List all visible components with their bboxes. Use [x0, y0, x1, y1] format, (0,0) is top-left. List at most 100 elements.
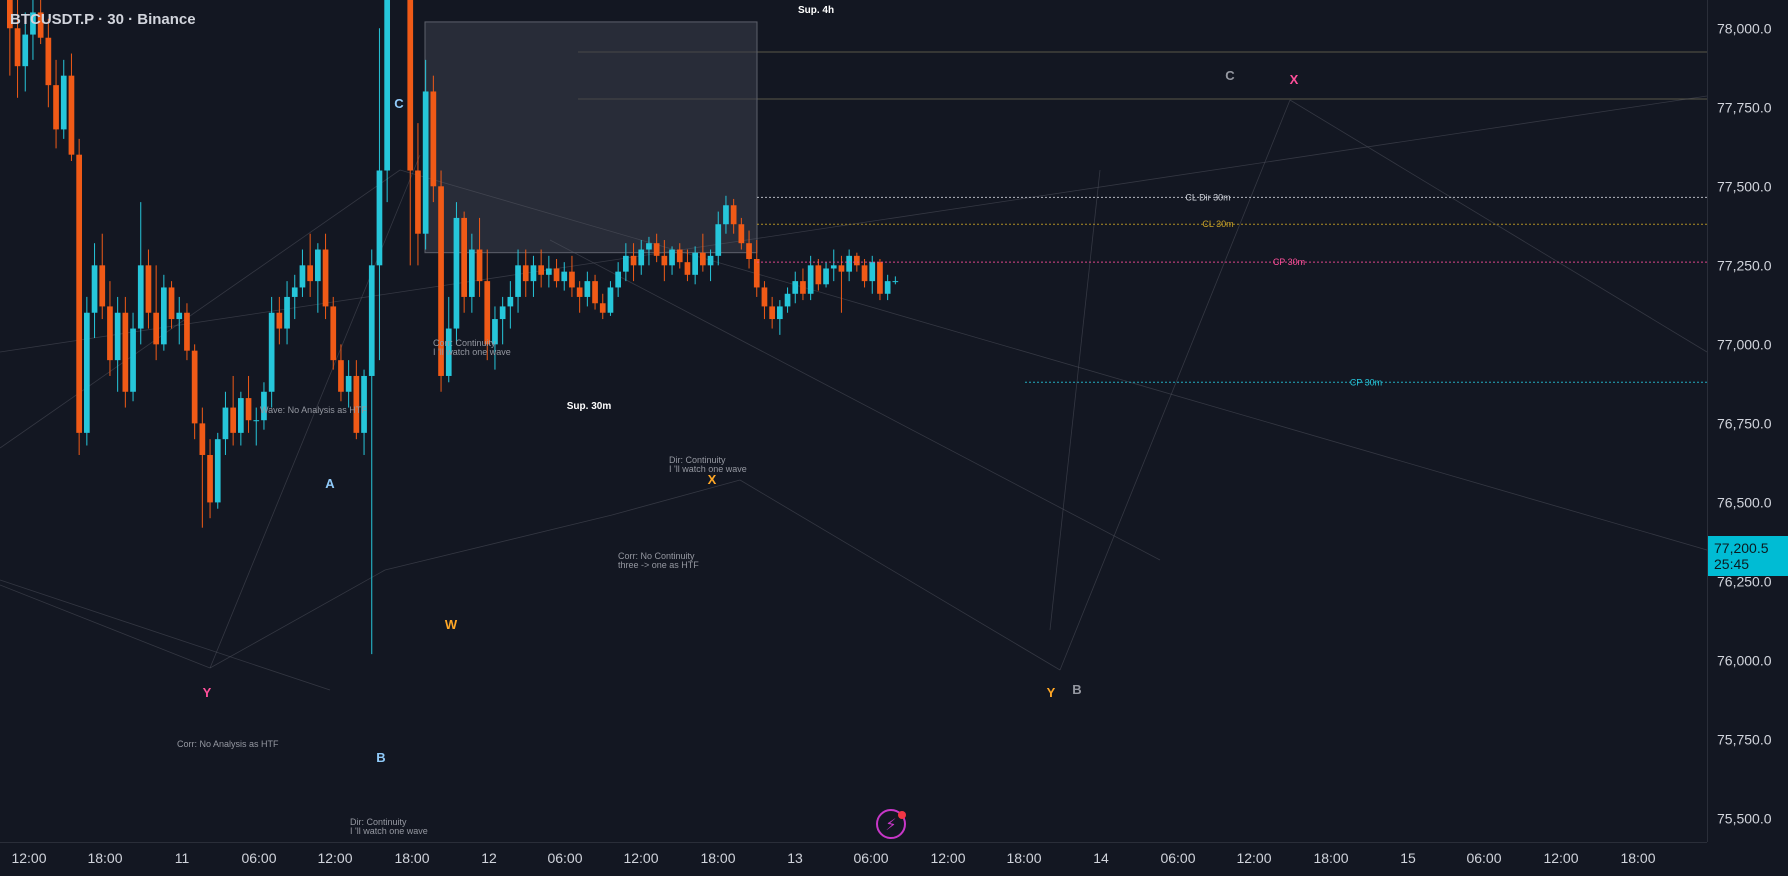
y-tick-label: 77,500.0: [1717, 178, 1772, 194]
candle: [376, 28, 383, 361]
candle-body: [861, 265, 868, 282]
candle: [784, 287, 791, 313]
candle: [522, 249, 529, 297]
trend-line: [1049, 169, 1101, 631]
candle: [191, 344, 198, 440]
wave-label: Y: [203, 685, 212, 700]
wave-label: W: [445, 617, 458, 632]
candle: [892, 276, 899, 285]
candle: [137, 202, 144, 345]
level-label: CP 30m: [1350, 377, 1382, 387]
zone-label-sup-4h: Sup. 4h: [798, 5, 834, 16]
candle-body: [199, 423, 206, 455]
candle-body: [546, 268, 552, 275]
candle-body: [330, 306, 337, 361]
x-tick-label: 12:00: [930, 850, 965, 866]
candle-body: [91, 265, 98, 313]
candle-body: [114, 312, 121, 361]
candle: [438, 170, 444, 392]
candle: [761, 281, 768, 320]
candle: [861, 259, 868, 288]
candle-body: [207, 454, 213, 503]
candle-body: [161, 287, 167, 345]
candle: [45, 18, 52, 108]
candle-body: [892, 281, 899, 283]
zone-sup-30m: [424, 21, 758, 254]
candle-body: [76, 154, 82, 433]
chart-area[interactable]: Sup. 4h Sup. 30m CL Dir 30m CL 30m CP 30m CP …: [0, 0, 1788, 876]
candle: [430, 75, 437, 203]
candle-body: [815, 265, 822, 285]
symbol-title[interactable]: BTCUSDT.P · 30 · Binance: [10, 11, 196, 28]
candle-body: [838, 265, 845, 272]
annotation-text: Wave: No Analysis as HTF: [260, 405, 367, 415]
candle-body: [638, 249, 645, 266]
x-tick-label: 18:00: [87, 850, 122, 866]
candle: [561, 262, 568, 291]
wave-label: Y: [1047, 685, 1056, 700]
candle-body: [291, 287, 298, 297]
candle-body: [746, 243, 752, 260]
candle: [84, 296, 90, 446]
y-tick-label: 75,500.0: [1717, 811, 1772, 827]
candle-body: [599, 303, 606, 313]
candle: [453, 202, 460, 345]
y-tick-label: 76,000.0: [1717, 652, 1772, 668]
candle-body: [700, 252, 706, 266]
trend-line: [611, 479, 741, 516]
candle-body: [707, 255, 714, 266]
candle-body: [692, 252, 698, 275]
y-tick-label: 76,500.0: [1717, 494, 1772, 510]
candle: [607, 281, 614, 316]
candle: [507, 281, 514, 329]
x-tick-label: 14: [1093, 850, 1109, 866]
x-tick-label: 12:00: [11, 850, 46, 866]
candle-body: [800, 281, 806, 294]
candle: [499, 296, 506, 345]
wave-label: X: [1290, 72, 1299, 87]
candle-body: [84, 312, 90, 433]
candle-body: [684, 262, 691, 275]
candle-body: [191, 350, 198, 424]
candle-body: [176, 312, 183, 320]
x-tick-label: 13: [787, 850, 803, 866]
candle-body: [507, 296, 514, 307]
candle: [322, 233, 329, 320]
candle-body: [630, 255, 637, 266]
candle-body: [145, 265, 152, 313]
candle-body: [884, 281, 891, 294]
x-tick-label: 18:00: [700, 850, 735, 866]
candle: [315, 243, 321, 313]
candle: [823, 262, 829, 288]
candle: [546, 255, 552, 288]
candle: [199, 407, 206, 528]
candle-body: [315, 249, 321, 282]
candle: [792, 271, 799, 304]
candle-body: [430, 91, 437, 187]
candle-body: [284, 296, 290, 329]
candle-body: [730, 205, 737, 225]
candle-body: [130, 328, 136, 392]
candle-body: [792, 281, 799, 294]
candle: [592, 274, 598, 310]
candle: [161, 274, 167, 351]
candle-body: [576, 287, 583, 297]
candle: [530, 255, 537, 297]
price-chart[interactable]: Sup. 4h Sup. 30m CL Dir 30m CL 30m CP 30m CP …: [0, 0, 1788, 876]
annotation-text: Corr: No Analysis as HTF: [177, 739, 279, 749]
level-label: CL Dir 30m: [1185, 192, 1230, 202]
y-tick-label: 78,000.0: [1717, 20, 1772, 36]
candle-body: [276, 312, 283, 329]
candle-body: [499, 306, 506, 320]
candle: [184, 303, 190, 361]
candle-body: [869, 262, 876, 282]
wave-label: C: [394, 96, 404, 111]
candle-body: [530, 265, 537, 282]
annotation-text: I 'll watch one wave: [433, 347, 511, 357]
notification-dot: [898, 811, 906, 819]
bar-countdown: 25:45: [1714, 556, 1750, 572]
candle-body: [453, 217, 460, 329]
candle: [569, 255, 575, 297]
candle: [268, 296, 275, 408]
candle-body: [753, 259, 760, 288]
